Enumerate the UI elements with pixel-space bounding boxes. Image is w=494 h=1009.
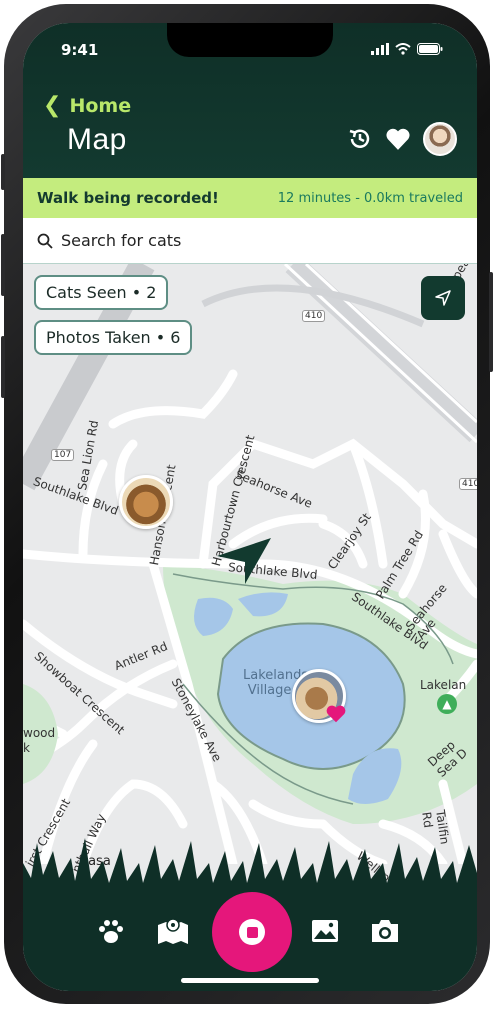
history-icon[interactable] <box>347 126 373 152</box>
battery-icon <box>417 43 443 55</box>
search-input[interactable]: Search for cats <box>61 231 181 250</box>
side-button <box>1 154 5 190</box>
map-label: wood <box>23 726 56 740</box>
image-icon[interactable] <box>309 915 341 947</box>
map-icon[interactable] <box>157 915 189 947</box>
side-button <box>1 336 5 398</box>
status-bar: 9:41 <box>23 39 477 63</box>
record-stop-icon <box>239 919 265 945</box>
wifi-icon <box>395 43 411 55</box>
search-bar[interactable]: Search for cats <box>23 218 477 264</box>
phone-frame: Southlake Blvd Southlake Blvd Southlake … <box>1 4 493 1004</box>
recording-banner: Walk being recorded! 12 minutes - 0.0km … <box>23 178 477 218</box>
recording-stats: 12 minutes - 0.0km traveled <box>277 190 463 206</box>
camera-icon[interactable] <box>369 915 401 947</box>
home-indicator <box>181 978 319 983</box>
heart-icon[interactable] <box>385 127 411 151</box>
chevron-left-icon: ❮ <box>43 93 62 118</box>
map-label: Lakelan <box>420 678 467 692</box>
search-icon <box>37 233 53 249</box>
side-button <box>489 272 493 372</box>
back-button[interactable]: ❮ Home <box>43 93 131 118</box>
navigation-icon <box>435 290 451 306</box>
avatar[interactable] <box>423 122 457 156</box>
record-stop-button[interactable] <box>212 892 292 972</box>
recording-message: Walk being recorded! <box>37 189 219 207</box>
app-header: 9:41 ❮ Home Map <box>23 23 477 178</box>
highway-shield: 410 <box>302 310 326 322</box>
back-label: Home <box>69 94 132 117</box>
cats-seen-chip[interactable]: Cats Seen • 2 <box>34 275 169 310</box>
favorite-heart-icon <box>326 705 346 723</box>
user-location-arrow-icon <box>217 538 271 584</box>
status-time: 9:41 <box>61 41 99 59</box>
map-label: k <box>23 741 30 755</box>
locate-button[interactable] <box>421 276 465 320</box>
page-title: Map <box>67 123 127 156</box>
side-button <box>1 234 5 296</box>
park-marker-icon[interactable]: ▲ <box>437 694 457 714</box>
highway-shield: 410 <box>459 478 477 490</box>
highway-shield: 107 <box>51 449 75 461</box>
signal-icon <box>371 43 389 55</box>
paw-icon[interactable] <box>95 915 127 947</box>
screen: Southlake Blvd Southlake Blvd Southlake … <box>23 23 477 991</box>
cat-photo-pin[interactable] <box>119 475 173 529</box>
photos-taken-chip[interactable]: Photos Taken • 6 <box>34 320 193 355</box>
